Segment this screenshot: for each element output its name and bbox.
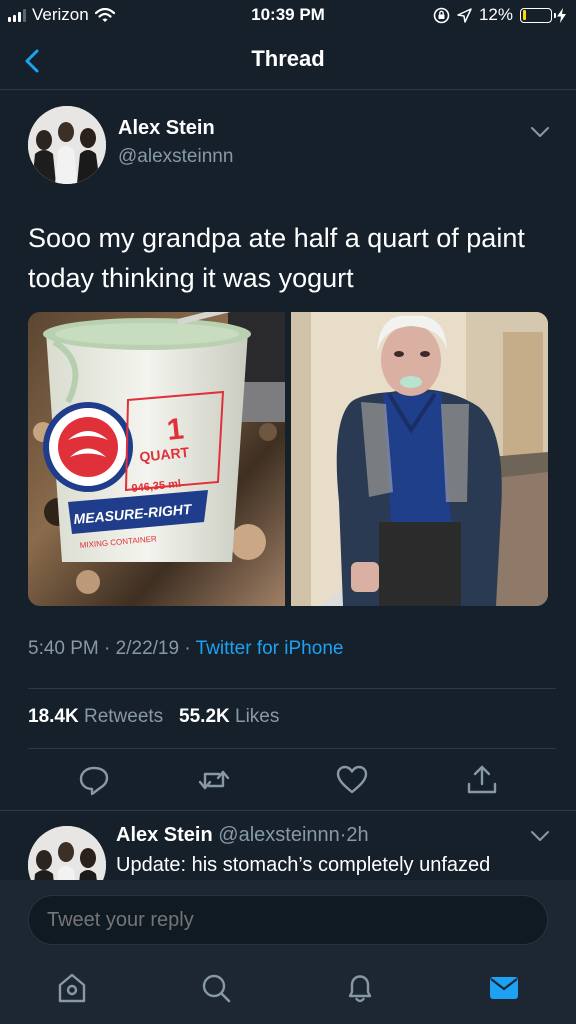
meta-separator: · [184,638,191,659]
bucket-number: 1 [165,412,185,447]
share-icon[interactable] [464,762,500,798]
retweets-stat[interactable]: 18.4K Retweets [28,706,163,727]
divider [0,810,576,811]
reply-chevron-down-icon[interactable] [528,826,552,846]
status-bar: Verizon 10:39 PM 12% [0,0,576,32]
paint-bucket-photo: 1 QUART 946,35 ml MEASURE-RIGHT MIXING C… [28,312,285,606]
retweet-icon[interactable] [196,762,232,798]
chevron-down-icon[interactable] [528,122,552,142]
messages-icon[interactable] [484,968,524,1008]
likes-stat[interactable]: 55.2K Likes [179,706,279,727]
reply-author-handle: @alexsteinnn [218,824,340,846]
retweets-count: 18.4K [28,706,79,727]
tweet-photo-paint-bucket[interactable]: 1 QUART 946,35 ml MEASURE-RIGHT MIXING C… [28,312,285,606]
tweet-timestamp: 5:40 PM · 2/22/19 · Twitter for iPhone [28,638,343,660]
reply-text: Update: his stomach’s completely unfazed [116,854,491,876]
like-icon[interactable] [334,762,370,798]
tweet-text: Sooo my grandpa ate half a quart of pain… [28,223,525,293]
tweet-source-link[interactable]: Twitter for iPhone [196,638,344,659]
charging-bolt-icon [557,7,566,23]
reply-author-line[interactable]: Alex Stein @alexsteinnn·2h [116,824,369,847]
search-icon[interactable] [196,968,236,1008]
reply-time: 2h [346,824,369,846]
reply-author-name: Alex Stein [116,824,213,846]
location-arrow-icon [457,7,472,23]
tweet-date: 2/22/19 [115,638,180,659]
tweet-photo-grandpa[interactable] [291,312,548,606]
reply-input[interactable] [28,895,548,945]
battery-icon [520,7,556,23]
avatar[interactable] [28,106,106,184]
reply-icon[interactable] [76,762,112,798]
author-handle[interactable]: @alexsteinnn [118,146,233,168]
notifications-icon[interactable] [340,968,380,1008]
divider [28,748,556,749]
nav-bar: Thread [0,32,576,90]
tweet-time: 5:40 PM [28,638,99,659]
retweets-label: Retweets [83,706,164,727]
author-name[interactable]: Alex Stein [118,117,215,140]
meta-separator: · [104,638,111,659]
grandpa-photo [291,312,548,606]
divider [28,688,556,689]
status-right: 12% [433,5,566,25]
likes-count: 55.2K [179,706,230,727]
battery-percent: 12% [478,5,513,24]
likes-label: Likes [235,706,280,727]
tweet-stats: 18.4K Retweets 55.2K Likes [28,706,279,728]
orientation-lock-icon [433,7,450,23]
home-icon[interactable] [52,968,92,1008]
battery-level [522,10,526,20]
page-title: Thread [251,46,325,71]
avatar-photo [28,106,106,184]
